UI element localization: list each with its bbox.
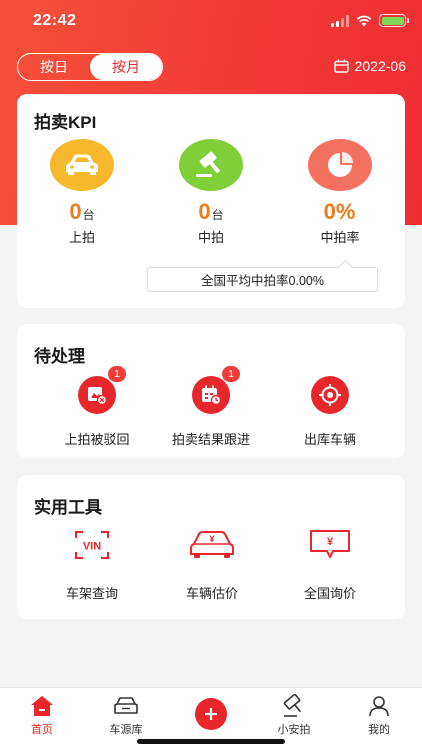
car-price-icon: ¥: [188, 527, 236, 563]
todo-outbound-vehicles[interactable]: 出库车辆: [270, 376, 390, 448]
month-toggle-button[interactable]: 按月: [90, 54, 162, 80]
pending-card: 待处理 1 上拍被驳回 1 拍卖结果跟进 出库车辆: [17, 324, 405, 458]
todo-auction-followup[interactable]: 1 拍卖结果跟进: [151, 366, 271, 448]
tab-label: 车源库: [109, 724, 143, 736]
cellular-signal-icon: [331, 14, 349, 27]
tool-label: 车架查询: [65, 586, 118, 601]
national-average-tooltip: 全国平均中拍率0.00%: [147, 267, 378, 292]
rejected-listing-icon: 1: [78, 366, 126, 414]
kpi-label: 中拍率: [320, 230, 360, 245]
kpi-listed[interactable]: 0台 上拍: [37, 139, 127, 246]
wifi-icon: [356, 15, 372, 26]
date-picker[interactable]: 2022-06: [333, 58, 406, 74]
kpi-title: 拍卖KPI: [34, 113, 97, 132]
add-icon: [205, 708, 217, 720]
vin-text: VIN: [83, 541, 101, 553]
todo-rejected-listing[interactable]: 1 上拍被驳回: [37, 366, 157, 448]
profile-icon: [344, 694, 414, 718]
gavel-icon: [179, 139, 243, 191]
notification-badge: 1: [108, 366, 126, 382]
kpi-value: 0: [69, 199, 82, 224]
status-bar: 22:42: [0, 0, 422, 44]
day-toggle-button[interactable]: 按日: [18, 54, 90, 80]
tool-vehicle-valuation[interactable]: ¥ 车辆估价: [152, 527, 272, 602]
kpi-win-rate[interactable]: 0% 中拍率: [295, 139, 385, 246]
tab-auction[interactable]: 小安拍: [259, 694, 329, 737]
tab-profile[interactable]: 我的: [344, 694, 414, 737]
tab-label: 首页: [31, 724, 53, 736]
tab-home[interactable]: 首页: [7, 694, 77, 737]
status-time: 22:42: [33, 12, 77, 29]
home-indicator: [137, 739, 285, 744]
tab-label: 小安拍: [277, 724, 311, 736]
auction-kpi-card: 拍卖KPI 0台 上拍 0台 中拍 0% 中拍率 全国平均中拍率0.00%: [17, 94, 405, 308]
tab-label: 我的: [368, 724, 390, 736]
battery-icon: [379, 14, 409, 27]
todo-label: 上拍被驳回: [64, 432, 130, 447]
yuan-text: ¥: [327, 536, 334, 548]
add-button[interactable]: [195, 698, 227, 730]
tool-label: 全国询价: [303, 586, 356, 601]
period-toggle: 按日 按月: [17, 53, 163, 81]
tool-national-inquiry[interactable]: ¥ 全国询价: [270, 527, 390, 602]
target-icon: [311, 376, 349, 414]
calendar-icon: [333, 59, 349, 73]
kpi-unit: 台: [211, 208, 224, 222]
tab-car-library[interactable]: 车源库: [91, 694, 161, 737]
pie-chart-icon: [308, 139, 372, 191]
kpi-unit: 台: [82, 208, 95, 222]
tool-label: 车辆估价: [185, 586, 238, 601]
car-library-icon: [91, 694, 161, 718]
todo-label: 出库车辆: [303, 432, 356, 447]
calendar-followup-icon: 1: [192, 366, 240, 414]
notification-badge: 1: [222, 366, 240, 382]
tools-title: 实用工具: [34, 498, 102, 517]
home-icon: [7, 694, 77, 718]
pending-title: 待处理: [34, 347, 85, 366]
todo-label: 拍卖结果跟进: [171, 432, 250, 447]
kpi-label: 上拍: [68, 230, 95, 245]
price-inquiry-icon: ¥: [306, 527, 354, 563]
tools-card: 实用工具 VIN 车架查询 ¥ 车辆估价 ¥ 全国询价: [17, 475, 405, 619]
selected-date: 2022-06: [354, 58, 406, 74]
vin-scan-icon: VIN: [68, 527, 116, 563]
yuan-text: ¥: [209, 534, 214, 544]
auction-icon: [259, 694, 329, 718]
tool-vin-query[interactable]: VIN 车架查询: [32, 527, 152, 602]
kpi-label: 中拍: [197, 230, 224, 245]
car-icon: [50, 139, 114, 191]
status-icons: [331, 14, 409, 27]
kpi-won[interactable]: 0台 中拍: [166, 139, 256, 246]
kpi-value: 0: [198, 199, 211, 224]
kpi-value: 0%: [323, 199, 356, 224]
